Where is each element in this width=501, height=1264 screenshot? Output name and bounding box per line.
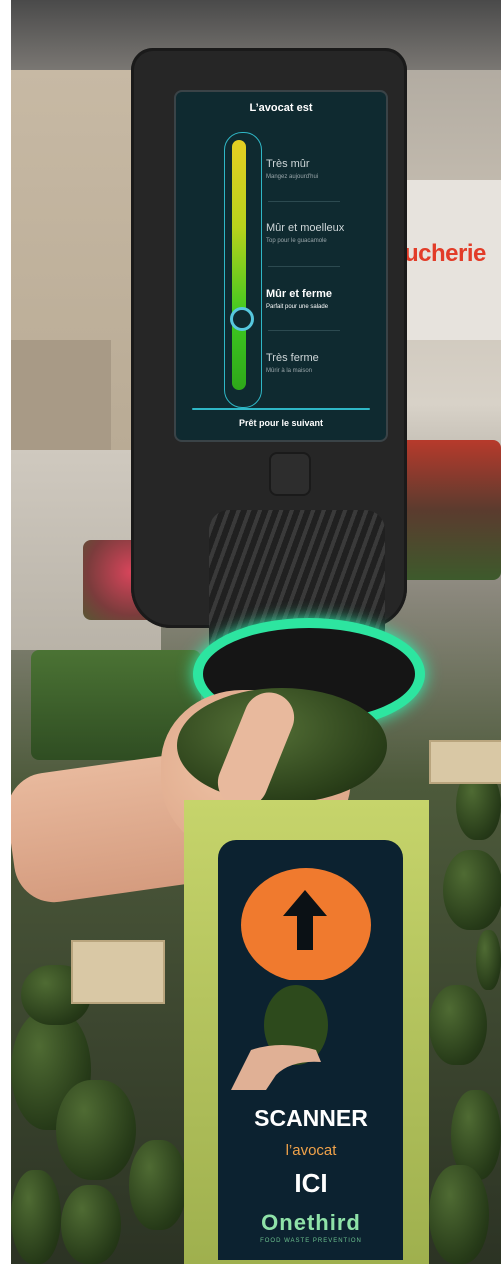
option-subtitle: Top pour le guacamole	[266, 238, 327, 244]
back-door	[11, 340, 111, 450]
next-prompt: Prêt pour le suivant	[238, 418, 324, 428]
brand-logo: Onethird	[261, 1210, 361, 1235]
brand-tagline: FOOD WASTE PREVENTION	[260, 1238, 362, 1244]
avocado	[443, 850, 501, 930]
option-subtitle: Mangez aujourd'hui	[266, 174, 319, 180]
produce-crate	[71, 940, 165, 1004]
separator	[268, 330, 340, 331]
avocado	[129, 1140, 187, 1230]
screen-title: L’avocat est	[249, 102, 313, 114]
avocado	[476, 930, 501, 990]
arrow-up-icon	[283, 890, 327, 950]
sign-here-text: ICI	[294, 1168, 328, 1198]
sign-scanner-text: SCANNER	[254, 1105, 368, 1131]
sign-avocado-text: l’avocat	[285, 1142, 337, 1159]
option-title: Mûr et ferme	[266, 288, 333, 300]
avocado	[429, 985, 487, 1065]
store-scene: ucherie L’avocat est Très mûr Mangez auj…	[11, 0, 501, 1264]
vegetable-display	[396, 440, 501, 580]
avocado	[56, 1080, 136, 1180]
separator	[268, 201, 340, 202]
screen-divider	[192, 408, 370, 410]
option-title: Mûr et moelleux	[266, 222, 345, 234]
option-title: Très mûr	[266, 158, 310, 170]
option-title: Très ferme	[266, 352, 319, 364]
avocado	[61, 1185, 121, 1264]
department-sign: ucherie	[404, 240, 486, 267]
ripeness-marker	[230, 307, 254, 332]
ripeness-option-ripe-firm: Mûr et ferme Parfait pour une salade	[266, 288, 384, 310]
ripeness-option-very-ripe: Très mûr Mangez aujourd'hui	[266, 158, 384, 180]
avocado	[429, 1165, 489, 1264]
sign-photo	[221, 980, 371, 1090]
scanner-screen: L’avocat est Très mûr Mangez aujourd'hui…	[174, 90, 388, 442]
device-port	[269, 452, 311, 496]
avocado	[11, 1170, 61, 1264]
option-subtitle: Parfait pour une salade	[266, 304, 329, 310]
ripeness-option-ripe-soft: Mûr et moelleux Top pour le guacamole	[266, 222, 384, 244]
option-subtitle: Mûrir à la maison	[266, 368, 313, 374]
produce-crate	[429, 740, 501, 784]
separator	[268, 266, 340, 267]
ripeness-option-very-firm: Très ferme Mûrir à la maison	[266, 352, 384, 374]
ripeness-gauge-fill	[232, 140, 246, 390]
